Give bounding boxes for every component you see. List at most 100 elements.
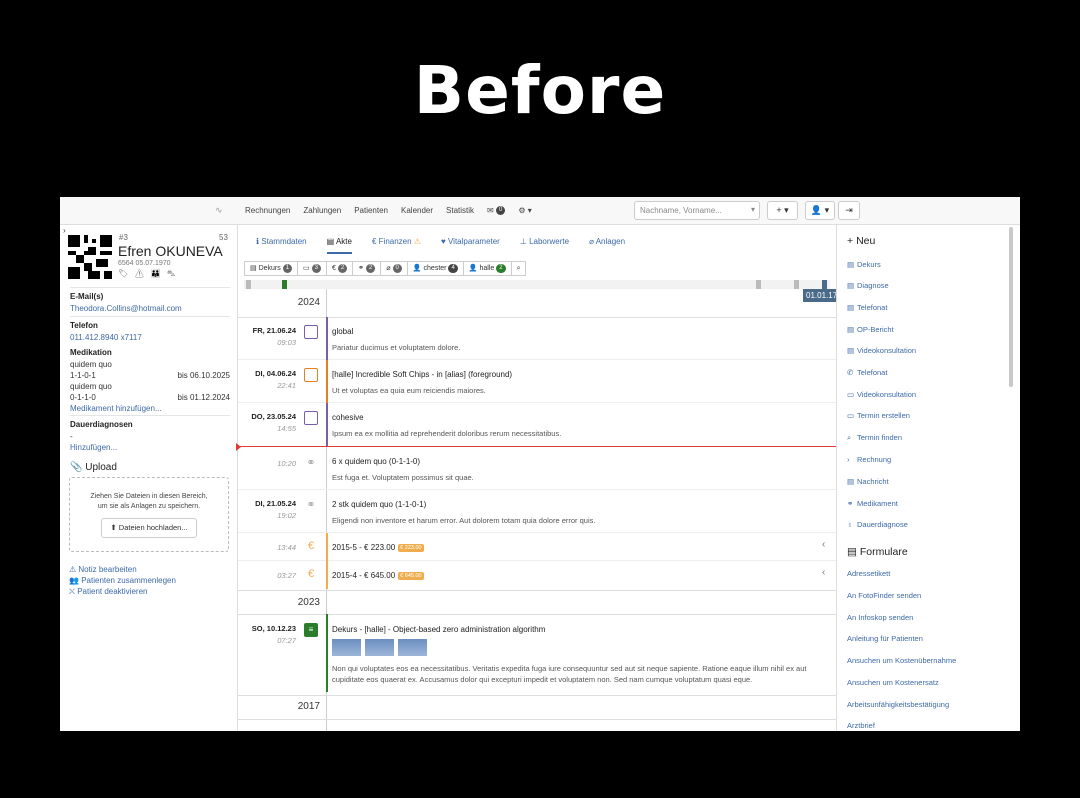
chevron-left-icon[interactable]: ‹ xyxy=(822,539,825,550)
amount-tag: € 223.00 xyxy=(398,543,424,552)
document-icon: ▤ xyxy=(847,303,855,312)
new-item-medikament[interactable]: ⚭ Medikament xyxy=(847,499,898,508)
new-item-telefonat-2[interactable]: ✆ Telefonat xyxy=(847,368,887,377)
entry-time: 10:20 xyxy=(277,459,296,468)
chevron-left-icon[interactable]: ‹ xyxy=(822,567,825,578)
form-item[interactable]: Anleitung für Patienten xyxy=(847,634,923,643)
video-icon: ▭ xyxy=(847,390,855,399)
tab-laborwerte[interactable]: ⊥ Laborwerte xyxy=(520,237,569,254)
new-item-diagnose[interactable]: ▤ Diagnose xyxy=(847,281,889,290)
top-bar: ∿ Rechnungen Zahlungen Patienten Kalende… xyxy=(60,197,1020,225)
logout-button[interactable]: ⇥ xyxy=(838,201,860,220)
edit-note-link[interactable]: ⚠ Notiz bearbeiten xyxy=(69,564,176,575)
form-item[interactable]: Ansuchen um Kostenübernahme xyxy=(847,656,956,665)
collapse-icon[interactable]: › xyxy=(63,226,66,235)
chevron-down-icon: ▾ xyxy=(750,205,755,214)
tab-finanzen[interactable]: € Finanzen ⚠ xyxy=(372,237,421,254)
tab-akte[interactable]: ▤ Akte xyxy=(326,237,352,254)
settings-button[interactable]: ⚙ ▾ xyxy=(518,206,531,215)
filter-user-chester[interactable]: 👤 chester 4 xyxy=(406,261,464,276)
new-item-dekurs[interactable]: ▤ Dekurs xyxy=(847,260,881,269)
add-menu-button[interactable]: + ▾ xyxy=(767,201,798,220)
new-heading: + Neu xyxy=(847,235,876,247)
filter-finance[interactable]: € 2 xyxy=(325,261,354,276)
upload-button[interactable]: ⬆ Dateien hochladen... xyxy=(101,518,197,538)
thumbnail-image[interactable] xyxy=(398,639,427,656)
entry-date: FR, 21.06.24 xyxy=(252,326,296,335)
tab-anlagen[interactable]: ⌀ Anlagen xyxy=(589,237,625,254)
thumbnail-image[interactable] xyxy=(365,639,394,656)
entry-thumbnails xyxy=(332,639,427,656)
new-item-termin-erstellen[interactable]: ▭ Termin erstellen xyxy=(847,411,910,420)
thumbnail-image[interactable] xyxy=(332,639,361,656)
timeline-entry[interactable]: DI, 21.05.24 19:02 ⚭ 2 stk quidem quo (1… xyxy=(238,490,836,533)
email-link[interactable]: Theodora.Collins@hotmail.com xyxy=(70,303,230,314)
search-icon: ⌕ xyxy=(847,433,852,442)
user-menu-button[interactable]: 👤 ▾ xyxy=(805,201,835,220)
phone-label: Telefon xyxy=(70,321,98,330)
form-item[interactable]: Adressetikett xyxy=(847,569,890,578)
timeline-entry[interactable]: DO, 23.05.24 14:55 cohesive Ipsum ea ex … xyxy=(238,403,836,446)
tab-stammdaten[interactable]: ℹ Stammdaten xyxy=(256,237,307,254)
form-item[interactable]: An Infoskop senden xyxy=(847,613,913,622)
merge-patients-link[interactable]: 👥 Patienten zusammenlegen xyxy=(69,575,176,586)
nav-kalender[interactable]: Kalender xyxy=(401,206,433,215)
filter-attachments[interactable]: ⌀ 0 xyxy=(380,261,408,276)
form-item[interactable]: Ansuchen um Kostenersatz xyxy=(847,678,939,687)
record-tabs: ℹ Stammdaten ▤ Akte € Finanzen ⚠ ♥ Vital… xyxy=(256,237,625,254)
nav-rechnungen[interactable]: Rechnungen xyxy=(245,206,290,215)
pulse-icon[interactable]: ∿ xyxy=(215,205,223,216)
filter-user-halle[interactable]: 👤 halle 2 xyxy=(462,261,512,276)
deactivate-patient-link[interactable]: ⛌ Patient deaktivieren xyxy=(69,586,176,597)
timeline-entry[interactable]: SO, 10.12.23 07:27 ≡ Dekurs - [halle] - … xyxy=(238,614,836,692)
actions-sidebar: + Neu ▤ Dekurs ▤ Diagnose ▤ Telefonat ▤ OP-B… xyxy=(836,225,1020,731)
new-item-telefonat[interactable]: ▤ Telefonat xyxy=(847,303,887,312)
timeline-entry[interactable]: 10:20 ⚭ 6 x quidem quo (0-1-1-0) Est fug… xyxy=(238,447,836,490)
nav-zahlungen[interactable]: Zahlungen xyxy=(303,206,341,215)
calendar-icon: ▭ xyxy=(847,411,855,420)
headline: Before xyxy=(413,52,667,129)
filter-medication[interactable]: ⚭ 2 xyxy=(352,261,382,276)
new-item-termin-finden[interactable]: ⌕ Termin finden xyxy=(847,433,902,443)
new-item-videokonsultation[interactable]: ▤ Videokonsultation xyxy=(847,346,916,355)
filter-calendar[interactable]: ▭ 3 xyxy=(297,261,327,276)
scrollbar[interactable] xyxy=(1009,227,1013,387)
timeline-entry[interactable]: 03:27 € 2015-4 - € 645.00 € 645.00 ‹ xyxy=(238,561,836,589)
pills-icon: ⚭ xyxy=(847,499,854,508)
nav-patienten[interactable]: Patienten xyxy=(354,206,388,215)
new-item-nachricht[interactable]: ▤ Nachricht xyxy=(847,477,889,486)
filter-dekurs[interactable]: ▤ Dekurs 1 xyxy=(244,261,299,276)
inbox-count: 0 xyxy=(495,206,506,216)
timeline-entry[interactable]: FR, 21.06.24 09:03 global Pariatur ducim… xyxy=(238,317,836,360)
upload-dropzone[interactable]: Ziehen Sie Dateien in diesen Bereich, um… xyxy=(69,477,229,552)
calendar-icon xyxy=(304,368,318,382)
inbox-button[interactable]: ✉ 0 xyxy=(487,206,506,216)
form-item[interactable]: Arztbrief xyxy=(847,721,875,730)
new-item-dauerdiagnose[interactable]: ♁ Dauerdiagnose xyxy=(847,520,908,529)
filter-search-button[interactable]: ⌕ xyxy=(510,261,527,276)
nav-statistik[interactable]: Statistik xyxy=(446,206,474,215)
timeline-strip[interactable] xyxy=(244,280,830,289)
add-medication-link[interactable]: Medikament hinzufügen... xyxy=(70,403,230,414)
new-item-op-bericht[interactable]: ▤ OP-Bericht xyxy=(847,325,894,334)
pills-icon: ⚭ xyxy=(358,265,365,272)
new-item-rechnung[interactable]: › Rechnung xyxy=(847,455,891,464)
pills-icon: ⚭ xyxy=(306,457,316,469)
med-dose: 0-1-1-0 bis 01.12.2024 xyxy=(70,393,230,402)
user-x-icon: ⛌ xyxy=(69,587,75,596)
new-item-videokonsultation-2[interactable]: ▭ Videokonsultation xyxy=(847,390,916,399)
search-icon: ⌕ xyxy=(516,265,521,272)
timeline-entry[interactable]: 13:44 € 2015-5 - € 223.00 € 223.00 ‹ xyxy=(238,533,836,561)
year-divider xyxy=(238,695,836,696)
tab-vitalparameter[interactable]: ♥ Vitalparameter xyxy=(441,237,500,254)
timeline-entry[interactable]: DI, 04.06.24 22:41 [halle] Incredible So… xyxy=(238,360,836,403)
patient-search-input[interactable]: Nachname, Vorname... ▾ xyxy=(634,201,760,220)
add-diagnosis-link[interactable]: Hinzufügen... xyxy=(70,442,230,453)
phone-link[interactable]: 011.412.8940 x7117 xyxy=(70,332,230,343)
form-item[interactable]: Arbeitsunfähigkeitsbestätigung xyxy=(847,700,949,709)
med-name: quidem quo xyxy=(70,382,112,391)
form-item[interactable]: An FotoFinder senden xyxy=(847,591,921,600)
dropzone-text: um sie als Anlagen zu speichern. xyxy=(97,503,201,510)
entry-description: Non qui voluptates eos ea necessitatibus… xyxy=(332,664,807,684)
entry-description: Ut et voluptas ea quia eum reiciendis ma… xyxy=(332,386,486,395)
